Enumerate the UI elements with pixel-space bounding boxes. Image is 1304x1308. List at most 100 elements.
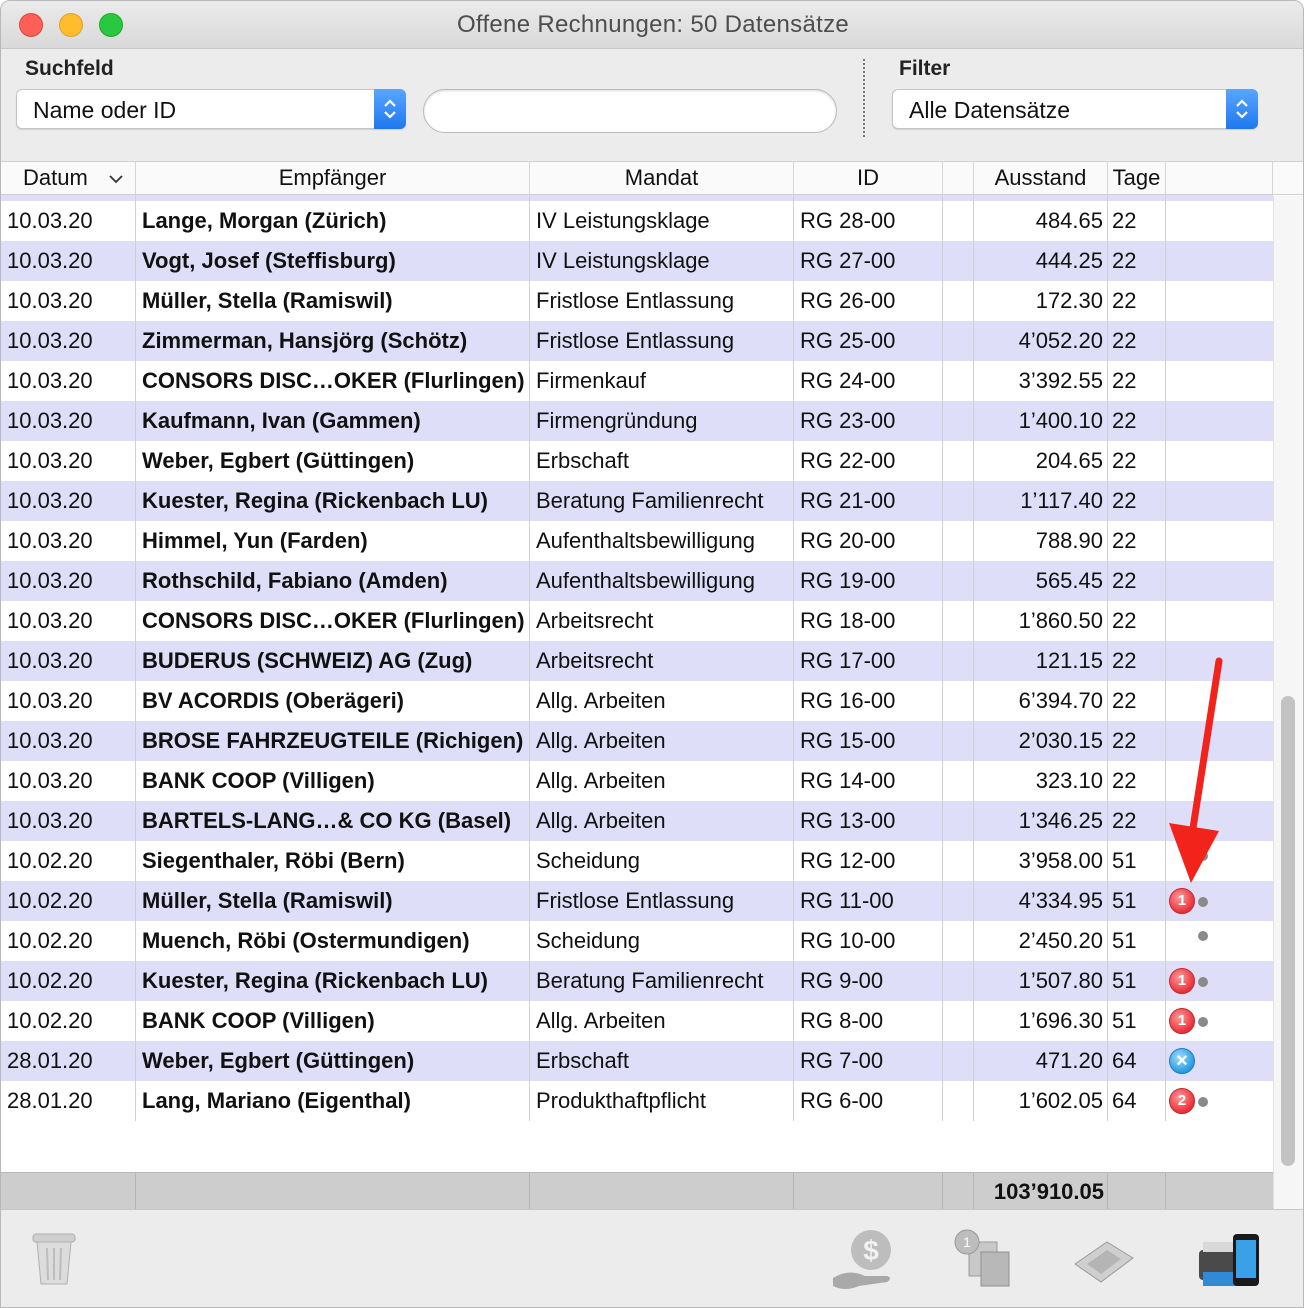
scrollbar-thumb[interactable] — [1281, 696, 1295, 1166]
cell-blank — [943, 281, 974, 321]
total-ausstand: 103’910.05 — [993, 1179, 1104, 1204]
cell-tage: 22 — [1108, 521, 1166, 561]
trash-icon[interactable] — [29, 1228, 79, 1288]
reminder-documents-icon[interactable]: 1 — [951, 1228, 1021, 1294]
table-row[interactable]: 10.03.20 BROSE FAHRZEUGTEILE (Richigen) Al… — [1, 721, 1273, 761]
table-row[interactable]: 10.03.20 BANK COOP (Villigen) Allg. Arbeit… — [1, 761, 1273, 801]
status-dot-icon — [1198, 1097, 1208, 1107]
cell-id: RG 22-00 — [794, 441, 943, 481]
cell-datum: 10.03.20 — [1, 801, 136, 841]
cell-id: RG 27-00 — [794, 241, 943, 281]
table-row[interactable]: 10.03.20 BUDERUS (SCHWEIZ) AG (Zug) Arbeit… — [1, 641, 1273, 681]
cell-blank — [943, 601, 974, 641]
table-row[interactable]: 10.03.20 CONSORS DISC…OKER (Flurlingen) Ar… — [1, 601, 1273, 641]
cell-datum: 10.03.20 — [1, 681, 136, 721]
filter-select[interactable]: Alle Datensätze — [892, 89, 1258, 129]
cell-empfaenger: Lang, Mariano (Eigenthal) — [136, 1081, 530, 1121]
table-row[interactable]: 10.03.20 BV ACORDIS (Oberägeri) Allg. Arbe… — [1, 681, 1273, 721]
column-header-tage[interactable]: Tage — [1108, 162, 1166, 196]
cell-status — [1166, 321, 1273, 361]
table-row[interactable]: 10.03.20 Vogt, Josef (Steffisburg) IV Leis… — [1, 241, 1273, 281]
cell-tage: 22 — [1108, 321, 1166, 361]
cell-blank — [943, 441, 974, 481]
bottom-toolbar: $ 1 — [1, 1209, 1303, 1307]
table-row[interactable]: 10.03.20 Kaufmann, Ivan (Gammen) Firmengrü… — [1, 401, 1273, 441]
cell-datum: 10.03.20 — [1, 401, 136, 441]
cell-datum: 10.03.20 — [1, 761, 136, 801]
cell-tage: 64 — [1108, 1041, 1166, 1081]
vertical-scrollbar[interactable] — [1273, 196, 1303, 1209]
table-row[interactable]: 10.03.20 Kuester, Regina (Rickenbach LU) B… — [1, 481, 1273, 521]
table-row[interactable]: 10.02.20 Muench, Röbi (Ostermundigen) Sche… — [1, 921, 1273, 961]
table-row[interactable]: 10.03.20 Himmel, Yun (Farden) Aufenthaltsb… — [1, 521, 1273, 561]
cell-status: 1 — [1166, 1001, 1273, 1041]
cell-empfaenger: Müller, Stella (Ramiswil) — [136, 281, 530, 321]
table-row[interactable]: 28.01.20 Lang, Mariano (Eigenthal) Produkt… — [1, 1081, 1273, 1121]
cancelled-x-icon: × — [1169, 1048, 1195, 1074]
cell-ausstand: 204.65 — [974, 441, 1108, 481]
column-header-ausstand[interactable]: Ausstand — [974, 162, 1108, 196]
cell-blank — [943, 521, 974, 561]
column-header-mandat[interactable]: Mandat — [530, 162, 794, 196]
calculator-icon[interactable] — [1069, 1234, 1139, 1290]
search-label: Suchfeld — [25, 57, 114, 80]
table-row[interactable]: 10.02.20 Siegenthaler, Röbi (Bern) Scheidu… — [1, 841, 1273, 881]
table-row[interactable]: 10.03.20 Müller, Stella (Ramiswil) Fristlo… — [1, 281, 1273, 321]
cell-blank — [943, 801, 974, 841]
cell-ausstand: 565.45 — [974, 561, 1108, 601]
reminder-count-badge: 1 — [1169, 968, 1195, 994]
cell-ausstand: 6’394.70 — [974, 681, 1108, 721]
table-row[interactable]: 10.03.20 Lange, Morgan (Zürich) IV Leistun… — [1, 201, 1273, 241]
status-dot-icon — [1198, 1017, 1208, 1027]
cell-tage: 51 — [1108, 881, 1166, 921]
cell-status — [1166, 921, 1273, 961]
cell-tage: 51 — [1108, 921, 1166, 961]
cell-status — [1166, 401, 1273, 441]
red-arrow-annotation — [1169, 657, 1223, 883]
cell-mandat: Aufenthaltsbewilligung — [530, 561, 794, 601]
search-field-select[interactable]: Name oder ID — [16, 89, 406, 129]
cell-ausstand: 3’392.55 — [974, 361, 1108, 401]
table-row[interactable]: 10.03.20 Rothschild, Fabiano (Amden) Aufen… — [1, 561, 1273, 601]
cell-blank — [943, 921, 974, 961]
table-row[interactable]: 10.02.20 Kuester, Regina (Rickenbach LU) B… — [1, 961, 1273, 1001]
cell-tage: 22 — [1108, 201, 1166, 241]
cell-mandat: Allg. Arbeiten — [530, 681, 794, 721]
table-row[interactable]: 10.03.20 Weber, Egbert (Güttingen) Erbscha… — [1, 441, 1273, 481]
cell-tage: 22 — [1108, 801, 1166, 841]
cell-mandat: Scheidung — [530, 841, 794, 881]
column-header-datum[interactable]: Datum — [1, 162, 136, 196]
cell-empfaenger: Weber, Egbert (Güttingen) — [136, 1041, 530, 1081]
column-header-status[interactable] — [1166, 162, 1273, 196]
cell-blank — [943, 841, 974, 881]
cell-empfaenger: BV ACORDIS (Oberägeri) — [136, 681, 530, 721]
column-header-empfaenger[interactable]: Empfänger — [136, 162, 530, 196]
cell-mandat: Allg. Arbeiten — [530, 801, 794, 841]
cell-empfaenger: BROSE FAHRZEUGTEILE (Richigen) — [136, 721, 530, 761]
column-header-blank[interactable] — [943, 162, 974, 196]
cell-id: RG 13-00 — [794, 801, 943, 841]
table-row[interactable]: 10.02.20 BANK COOP (Villigen) Allg. Arbeit… — [1, 1001, 1273, 1041]
cell-id: RG 11-00 — [794, 881, 943, 921]
cell-ausstand: 1’860.50 — [974, 601, 1108, 641]
printer-phone-icon[interactable] — [1193, 1228, 1267, 1294]
cell-blank — [943, 681, 974, 721]
dollar-hand-icon[interactable]: $ — [829, 1228, 899, 1294]
table-row[interactable]: 10.02.20 Müller, Stella (Ramiswil) Fristlo… — [1, 881, 1273, 921]
cell-datum: 10.03.20 — [1, 281, 136, 321]
cell-id: RG 19-00 — [794, 561, 943, 601]
table-row[interactable]: 10.03.20 Zimmerman, Hansjörg (Schötz) Fris… — [1, 321, 1273, 361]
table-row[interactable]: 10.03.20 CONSORS DISC…OKER (Flurlingen) Fi… — [1, 361, 1273, 401]
table-row[interactable]: 10.03.20 BARTELS-LANG…& CO KG (Basel) Allg… — [1, 801, 1273, 841]
cell-empfaenger: Muench, Röbi (Ostermundigen) — [136, 921, 530, 961]
column-header-id[interactable]: ID — [794, 162, 943, 196]
cell-mandat: Fristlose Entlassung — [530, 281, 794, 321]
cell-empfaenger: Lange, Morgan (Zürich) — [136, 201, 530, 241]
cell-empfaenger: CONSORS DISC…OKER (Flurlingen) — [136, 361, 530, 401]
table-row[interactable]: 28.01.20 Weber, Egbert (Güttingen) Erbscha… — [1, 1041, 1273, 1081]
cell-blank — [943, 641, 974, 681]
cell-status — [1166, 441, 1273, 481]
search-input[interactable] — [423, 89, 837, 133]
search-toolbar: Suchfeld Name oder ID Filter Alle Datens… — [1, 49, 1303, 161]
cell-ausstand: 1’696.30 — [974, 1001, 1108, 1041]
